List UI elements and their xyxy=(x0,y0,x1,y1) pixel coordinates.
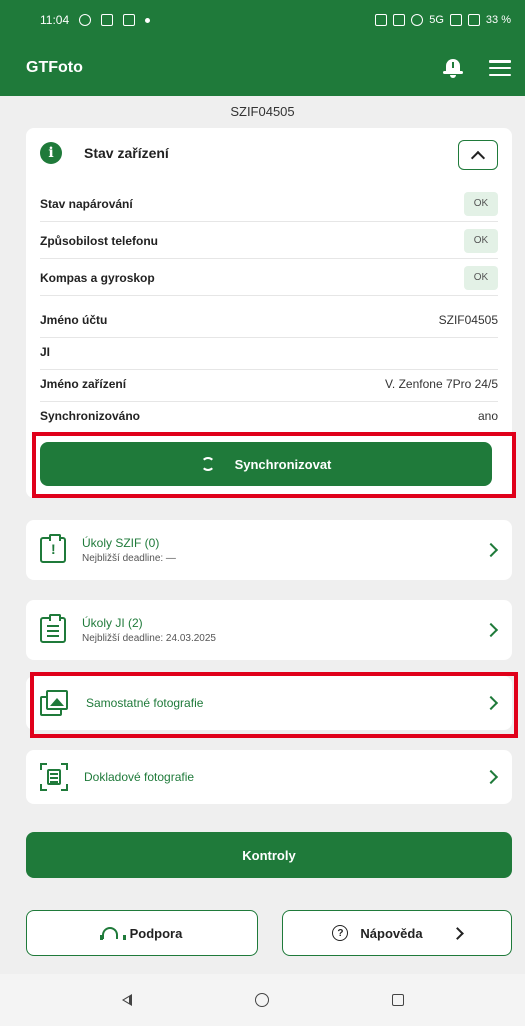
status-badge: OK xyxy=(464,191,498,216)
network-type: 5G xyxy=(429,14,444,26)
check-row: Stav napárování OK xyxy=(40,186,498,222)
collapse-button[interactable] xyxy=(458,140,498,170)
help-button[interactable]: ? Nápověda xyxy=(282,910,512,956)
home-icon[interactable] xyxy=(254,993,269,1007)
check-label: Způsobilost telefonu xyxy=(40,233,158,248)
gallery-icon xyxy=(123,14,136,26)
info-row: Jméno účtu SZIF04505 xyxy=(40,302,498,338)
highlight-box xyxy=(30,672,518,738)
clock-icon xyxy=(79,14,92,26)
headset-icon xyxy=(99,927,126,940)
help-label: Nápověda xyxy=(360,925,423,941)
status-badge: OK xyxy=(464,265,498,290)
kontroly-button[interactable]: Kontroly xyxy=(26,832,512,878)
check-label: Stav napárování xyxy=(40,196,133,211)
status-bar: 11:04 5G 33 % xyxy=(0,0,525,40)
notification-icon xyxy=(101,14,114,26)
status-badge: OK xyxy=(464,228,498,253)
check-label: Kompas a gyroskop xyxy=(40,270,155,285)
chevron-right-icon xyxy=(483,542,499,558)
back-icon[interactable] xyxy=(121,994,132,1006)
status-time: 11:04 xyxy=(40,13,70,27)
nav-item-ukoly-ji[interactable]: Úkoly JI (2) Nejbližší deadline: 24.03.2… xyxy=(26,600,512,660)
chevron-right-icon xyxy=(483,769,499,785)
battery-percent: 33 % xyxy=(485,14,511,26)
nfc-icon xyxy=(393,14,406,26)
location-icon xyxy=(411,14,424,26)
clipboard-list-icon xyxy=(40,614,66,643)
dot-icon xyxy=(145,17,151,23)
info-label: Jméno účtu xyxy=(40,312,108,327)
check-row: Kompas a gyroskop OK xyxy=(40,260,498,296)
info-label: Jméno zařízení xyxy=(40,376,127,391)
system-nav-bar xyxy=(0,974,525,1026)
support-button[interactable]: Podpora xyxy=(26,910,258,956)
notification-bell-icon[interactable] xyxy=(443,57,463,79)
info-icon: i xyxy=(40,142,62,164)
info-row: Synchronizováno ano xyxy=(40,398,498,434)
app-title: GTFoto xyxy=(26,59,83,76)
device-id: SZIF04505 xyxy=(230,104,295,119)
info-row: Jméno zařízení V. Zenfone 7Pro 24/5 xyxy=(40,366,498,402)
cast-icon xyxy=(375,14,388,26)
help-circle-icon: ? xyxy=(332,925,349,941)
battery-icon xyxy=(467,14,480,26)
info-value: ano xyxy=(477,409,498,423)
nav-item-label: Úkoly SZIF (0) xyxy=(82,536,160,550)
device-status-title: Stav zařízení xyxy=(84,145,169,161)
nav-item-deadline: Nejbližší deadline: 24.03.2025 xyxy=(82,633,216,644)
nav-item-label: Dokladové fotografie xyxy=(84,770,195,784)
nav-item-ukoly-szif[interactable]: ! Úkoly SZIF (0) Nejbližší deadline: — xyxy=(26,520,512,580)
info-label: Synchronizováno xyxy=(40,409,141,423)
nav-item-label: Úkoly JI (2) xyxy=(82,616,143,630)
support-label: Podpora xyxy=(129,925,183,941)
chevron-up-icon xyxy=(470,150,486,165)
document-scan-icon xyxy=(40,763,68,791)
chevron-right-icon xyxy=(483,622,499,638)
info-value: SZIF04505 xyxy=(438,312,498,327)
info-row: JI xyxy=(40,334,498,370)
clipboard-alert-icon: ! xyxy=(40,534,66,563)
chevron-right-icon xyxy=(450,926,464,940)
nav-item-dokladove-fotografie[interactable]: Dokladové fotografie xyxy=(26,750,512,804)
nav-item-deadline: Nejbližší deadline: — xyxy=(82,553,176,564)
signal-icon xyxy=(449,14,462,26)
info-label: JI xyxy=(40,344,51,359)
info-value: V. Zenfone 7Pro 24/5 xyxy=(385,376,498,391)
menu-icon[interactable] xyxy=(489,60,511,76)
recent-apps-icon[interactable] xyxy=(391,994,404,1006)
highlight-box xyxy=(32,432,516,498)
app-bar: GTFoto xyxy=(0,40,525,96)
check-row: Způsobilost telefonu OK xyxy=(40,223,498,259)
kontroly-label: Kontroly xyxy=(242,847,296,863)
